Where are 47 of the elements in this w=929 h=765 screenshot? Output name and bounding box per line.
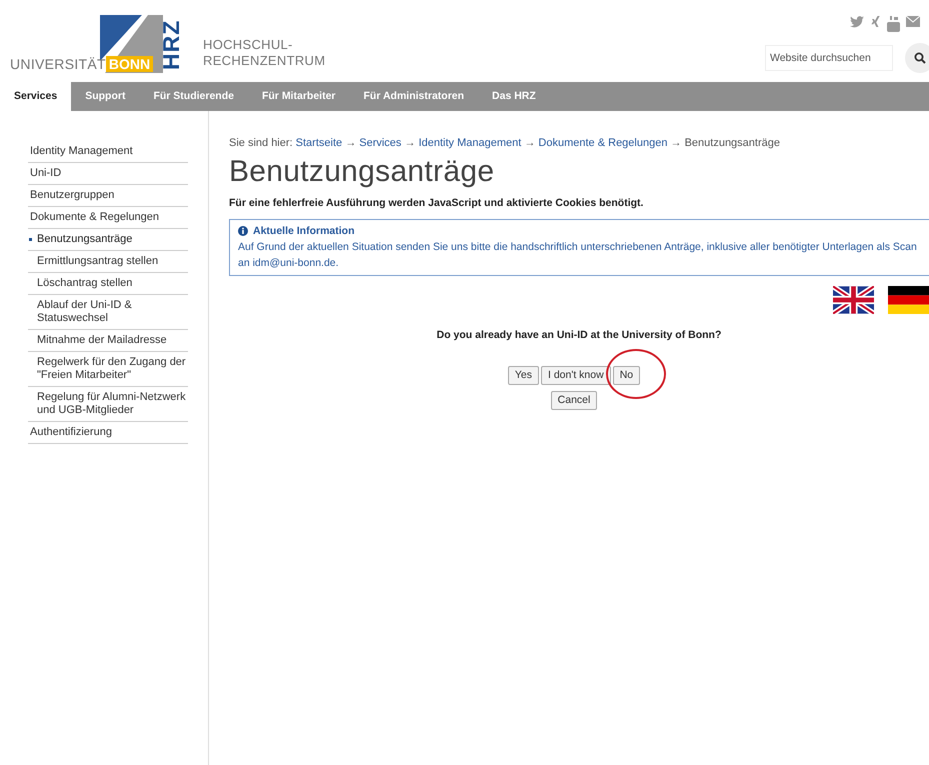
hrz-logo-letters: HRZ xyxy=(160,20,183,70)
breadcrumb-link[interactable]: Dokumente & Regelungen xyxy=(538,137,668,149)
bird-icon[interactable] xyxy=(850,16,864,28)
breadcrumb-separator: → xyxy=(670,137,682,149)
breadcrumb-separator: → xyxy=(524,137,536,149)
hrz-logo-text: HOCHSCHUL- xyxy=(203,37,294,53)
german-flag-icon[interactable] xyxy=(888,286,929,314)
sidebar-item[interactable]: Löschantrag stellen xyxy=(28,273,188,295)
search-icon xyxy=(914,52,926,64)
answer-button[interactable]: Yes xyxy=(508,366,539,385)
xing-icon[interactable] xyxy=(870,16,881,29)
answer-button[interactable]: No xyxy=(612,366,640,385)
breadcrumb-label: Sie sind hier: xyxy=(229,137,293,149)
notice-text: Für eine fehlerfreie Ausführung werden JavaScript und aktivierte Cookies benötigt. xyxy=(229,196,644,210)
active-bullet-icon xyxy=(29,238,32,241)
search-field[interactable]: Website durchsuchen xyxy=(765,45,893,71)
sidebar-item[interactable]: Regelung für Alumni-Netzwerk und UGB-Mitglieder xyxy=(28,387,188,422)
breadcrumb-link[interactable]: Services xyxy=(359,137,402,149)
breadcrumb-link[interactable]: Startseite xyxy=(296,137,342,149)
sidebar-item[interactable]: Benutzungsanträge xyxy=(28,229,188,251)
sidebar-heading[interactable]: Identity Management xyxy=(28,141,188,163)
search-button[interactable] xyxy=(905,43,929,73)
hrz-logo-text: RECHENZENTRUM xyxy=(203,53,326,69)
info-icon xyxy=(238,226,248,236)
sidebar-item[interactable]: Uni-ID xyxy=(28,163,188,185)
uk-flag-icon[interactable] xyxy=(833,286,874,314)
video-icon[interactable] xyxy=(887,16,900,32)
breadcrumb-link[interactable]: Identity Management xyxy=(418,137,522,149)
info-title: Aktuelle Information xyxy=(253,224,355,240)
mail-icon[interactable] xyxy=(906,16,920,27)
answer-button[interactable]: I don't know xyxy=(540,366,611,385)
breadcrumb-separator: → xyxy=(404,137,416,149)
breadcrumb-separator: → xyxy=(345,137,356,149)
cancel-button[interactable]: Cancel xyxy=(550,391,598,410)
university-logo-highlight: BONN xyxy=(106,56,154,72)
question-text: Do you already have an Uni-ID at the University of Bonn? xyxy=(436,328,722,344)
info-text: Auf Grund der aktuellen Situation senden Sie uns bitte die handschriftlich unterschriebenen Anträge, inklusive aller benötigter Unterlagen als Scan an idm@uni-bonn.de. xyxy=(238,240,918,272)
page-title: Benutzungsanträge xyxy=(229,154,496,190)
sidebar-item[interactable]: Mitnahme der Mailadresse xyxy=(28,330,188,352)
university-logo-text: UNIVERSITÄT xyxy=(10,56,106,72)
sidebar-item[interactable]: Regelwerk für den Zugang der "Freien Mitarbeiter" xyxy=(28,352,188,387)
sidebar-item[interactable]: Benutzergruppen xyxy=(28,185,188,207)
breadcrumb-current: Benutzungsanträge xyxy=(684,137,780,149)
sidebar-item[interactable]: Dokumente & Regelungen xyxy=(28,207,188,229)
sidebar-item[interactable]: Ermittlungsantrag stellen xyxy=(28,251,188,273)
sidebar-item[interactable]: Ablauf der Uni-ID & Statuswechsel xyxy=(28,295,188,330)
sidebar-item[interactable]: Authentifizierung xyxy=(28,422,188,444)
